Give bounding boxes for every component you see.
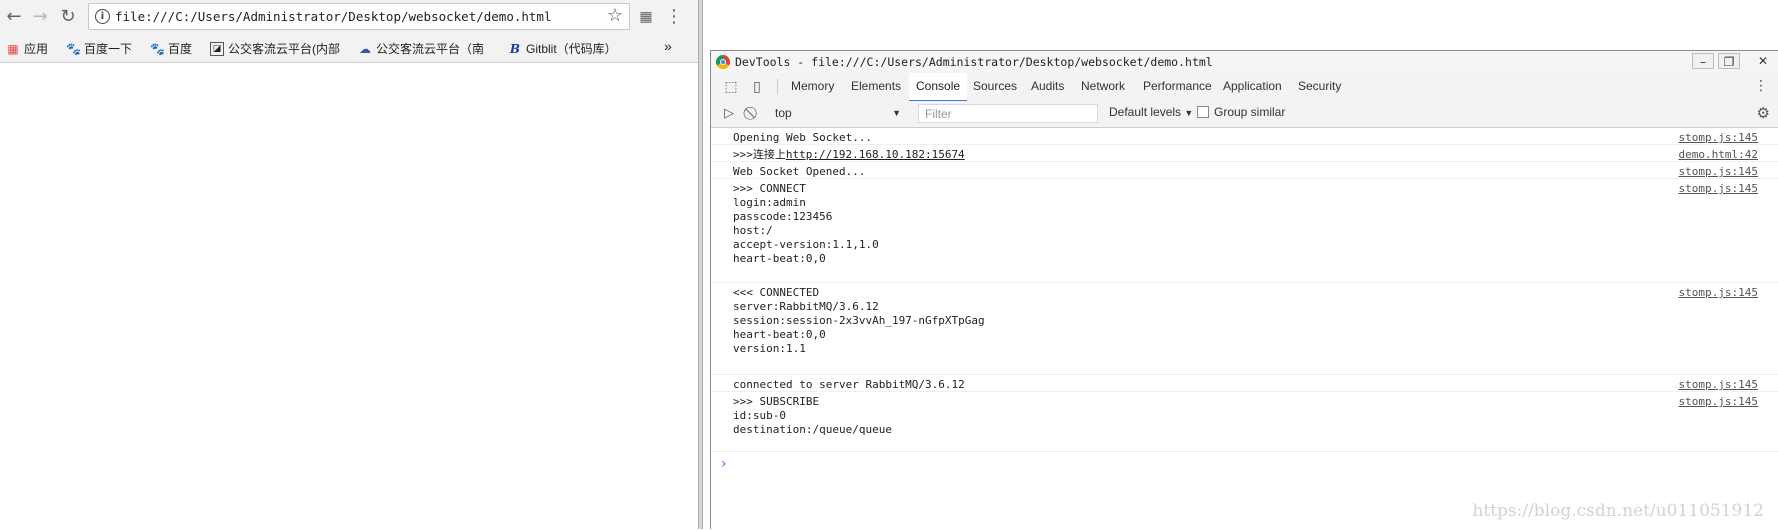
bookmark-label: 公交客流云平台（南	[376, 42, 485, 56]
levels-label: Default levels	[1109, 105, 1182, 119]
bookmark-baidu[interactable]: 🐾 百度	[150, 40, 192, 57]
tab-console[interactable]: Console	[909, 73, 968, 102]
menu-kebab-icon[interactable]: ⋮	[662, 5, 686, 29]
tab-network[interactable]: Network	[1079, 73, 1127, 100]
address-url[interactable]: file:///C:/Users/Administrator/Desktop/w…	[115, 9, 552, 24]
bookmark-label: Gitblit（代码库）	[526, 42, 617, 56]
browser-window: ← → ↻ i file:///C:/Users/Administrator/D…	[0, 0, 698, 529]
chrome-logo-icon	[716, 55, 730, 69]
watermark: https://blog.csdn.net/u011051912	[1472, 501, 1764, 521]
devtools-title: DevTools - file:///C:/Users/Administrato…	[735, 55, 1213, 69]
source-link[interactable]: stomp.js:145	[1679, 182, 1758, 196]
source-link[interactable]: stomp.js:145	[1679, 395, 1758, 409]
bookmark-label: 公交客流云平台(内部	[228, 42, 340, 56]
devtools-tab-bar: ⬚ ▯ Memory Elements Console Sources Audi…	[711, 73, 1778, 102]
console-prompt-icon[interactable]: ›	[721, 456, 727, 472]
context-selector[interactable]: top ▼	[771, 104, 905, 123]
apps-grid-icon: ▦	[7, 41, 19, 56]
console-message: >>> SUBSCRIBE id:sub-0 destination:/queu…	[711, 392, 1778, 452]
extension-icon[interactable]: ▦	[634, 5, 658, 29]
address-bar[interactable]: i file:///C:/Users/Administrator/Desktop…	[88, 3, 630, 30]
baidu-paw-icon: 🐾	[150, 41, 165, 56]
console-message: Opening Web Socket... stomp.js:145	[711, 128, 1778, 145]
console-message: >>> CONNECT login:admin passcode:123456 …	[711, 179, 1778, 283]
bookmark-label: 百度	[168, 42, 193, 56]
devtools-window: DevTools - file:///C:/Users/Administrato…	[710, 50, 1778, 529]
source-link[interactable]: demo.html:42	[1679, 148, 1758, 162]
info-icon[interactable]: i	[95, 9, 110, 24]
tab-memory[interactable]: Memory	[789, 73, 836, 100]
toolbar-separator	[777, 79, 778, 95]
restore-icon[interactable]: ❐	[1718, 53, 1740, 69]
bookmark-gitblit[interactable]: B Gitblit（代码库）	[508, 40, 617, 57]
device-toolbar-icon[interactable]: ▯	[749, 79, 765, 95]
source-link[interactable]: stomp.js:145	[1679, 131, 1758, 145]
tab-audits[interactable]: Audits	[1029, 73, 1066, 100]
gitblit-icon: B	[509, 41, 521, 56]
bookmark-bus-platform-internal[interactable]: ◪ 公交客流云平台(内部	[210, 40, 350, 57]
source-link[interactable]: stomp.js:145	[1679, 286, 1758, 300]
bookmarks-bar: ▦ 应用 🐾 百度一下 🐾 百度 ◪ 公交客流云平台(内部 ☁ 公交客流云平台（…	[0, 33, 698, 63]
dropdown-arrow-icon: ▼	[892, 108, 901, 118]
context-value: top	[775, 106, 792, 120]
message-url-link[interactable]: http://192.168.10.182:15674	[786, 148, 965, 161]
tab-sources[interactable]: Sources	[971, 73, 1019, 100]
message-text: >>> CONNECT login:admin passcode:123456 …	[733, 182, 879, 265]
forward-arrow-icon[interactable]: →	[28, 5, 52, 29]
chart-page-icon: ◪	[210, 41, 224, 56]
devtools-menu-icon[interactable]: ⋮	[1754, 78, 1768, 94]
bookmark-baidu-search[interactable]: 🐾 百度一下	[66, 40, 132, 57]
console-message: >>>连接上http://192.168.10.182:15674 demo.h…	[711, 145, 1778, 162]
message-text: <<< CONNECTED server:RabbitMQ/3.6.12 ses…	[733, 286, 985, 355]
tab-elements[interactable]: Elements	[849, 73, 903, 100]
group-similar-label: Group similar	[1214, 105, 1286, 119]
browser-toolbar: ← → ↻ i file:///C:/Users/Administrator/D…	[0, 0, 698, 33]
bookmark-star-icon[interactable]: ☆	[607, 5, 623, 26]
message-text: Web Socket Opened...	[733, 165, 866, 178]
baidu-paw-icon: 🐾	[66, 41, 81, 56]
source-link[interactable]: stomp.js:145	[1679, 165, 1758, 179]
group-similar-checkbox[interactable]	[1197, 106, 1209, 118]
console-message: <<< CONNECTED server:RabbitMQ/3.6.12 ses…	[711, 283, 1778, 375]
cloud-icon: ☁	[359, 41, 371, 56]
tab-security[interactable]: Security	[1296, 73, 1343, 100]
bookmark-label: 百度一下	[84, 42, 133, 56]
default-levels-dropdown[interactable]: Default levels ▼	[1109, 105, 1193, 119]
more-bookmarks-button[interactable]: »	[664, 38, 672, 54]
bookmark-label: 应用	[24, 42, 49, 56]
inspect-element-icon[interactable]: ⬚	[723, 79, 739, 95]
message-text: connected to server RabbitMQ/3.6.12	[733, 378, 965, 391]
close-icon[interactable]: ✕	[1752, 53, 1774, 69]
minimize-icon[interactable]: –	[1692, 53, 1714, 69]
show-sidebar-icon[interactable]: ▷	[721, 106, 737, 122]
devtools-title-bar: DevTools - file:///C:/Users/Administrato…	[711, 51, 1778, 74]
reload-icon[interactable]: ↻	[56, 5, 80, 29]
back-arrow-icon[interactable]: ←	[2, 5, 26, 29]
console-settings-gear-icon[interactable]: ⚙	[1757, 104, 1770, 122]
bookmark-apps[interactable]: ▦ 应用	[6, 40, 48, 57]
bookmark-bus-platform-south[interactable]: ☁ 公交客流云平台（南	[358, 40, 498, 57]
filter-input[interactable]: Filter	[918, 104, 1098, 123]
clear-console-icon[interactable]: ⃠	[745, 106, 761, 122]
console-message: Web Socket Opened... stomp.js:145	[711, 162, 1778, 179]
message-prefix: >>>连接上	[733, 148, 786, 161]
group-similar-toggle[interactable]: Group similar	[1197, 105, 1285, 119]
tab-performance[interactable]: Performance	[1141, 73, 1214, 100]
window-divider[interactable]	[698, 0, 703, 529]
console-toolbar: ▷ ⃠ top ▼ Filter Default levels ▼ Group …	[711, 101, 1778, 128]
console-message: connected to server RabbitMQ/3.6.12 stom…	[711, 375, 1778, 392]
message-text: >>>连接上http://192.168.10.182:15674	[733, 148, 965, 162]
tab-application[interactable]: Application	[1221, 73, 1284, 100]
console-output: Opening Web Socket... stomp.js:145 >>>连接…	[711, 128, 1778, 530]
dropdown-arrow-icon: ▼	[1184, 108, 1194, 118]
source-link[interactable]: stomp.js:145	[1679, 378, 1758, 392]
message-text: >>> SUBSCRIBE id:sub-0 destination:/queu…	[733, 395, 892, 436]
message-text: Opening Web Socket...	[733, 131, 873, 144]
